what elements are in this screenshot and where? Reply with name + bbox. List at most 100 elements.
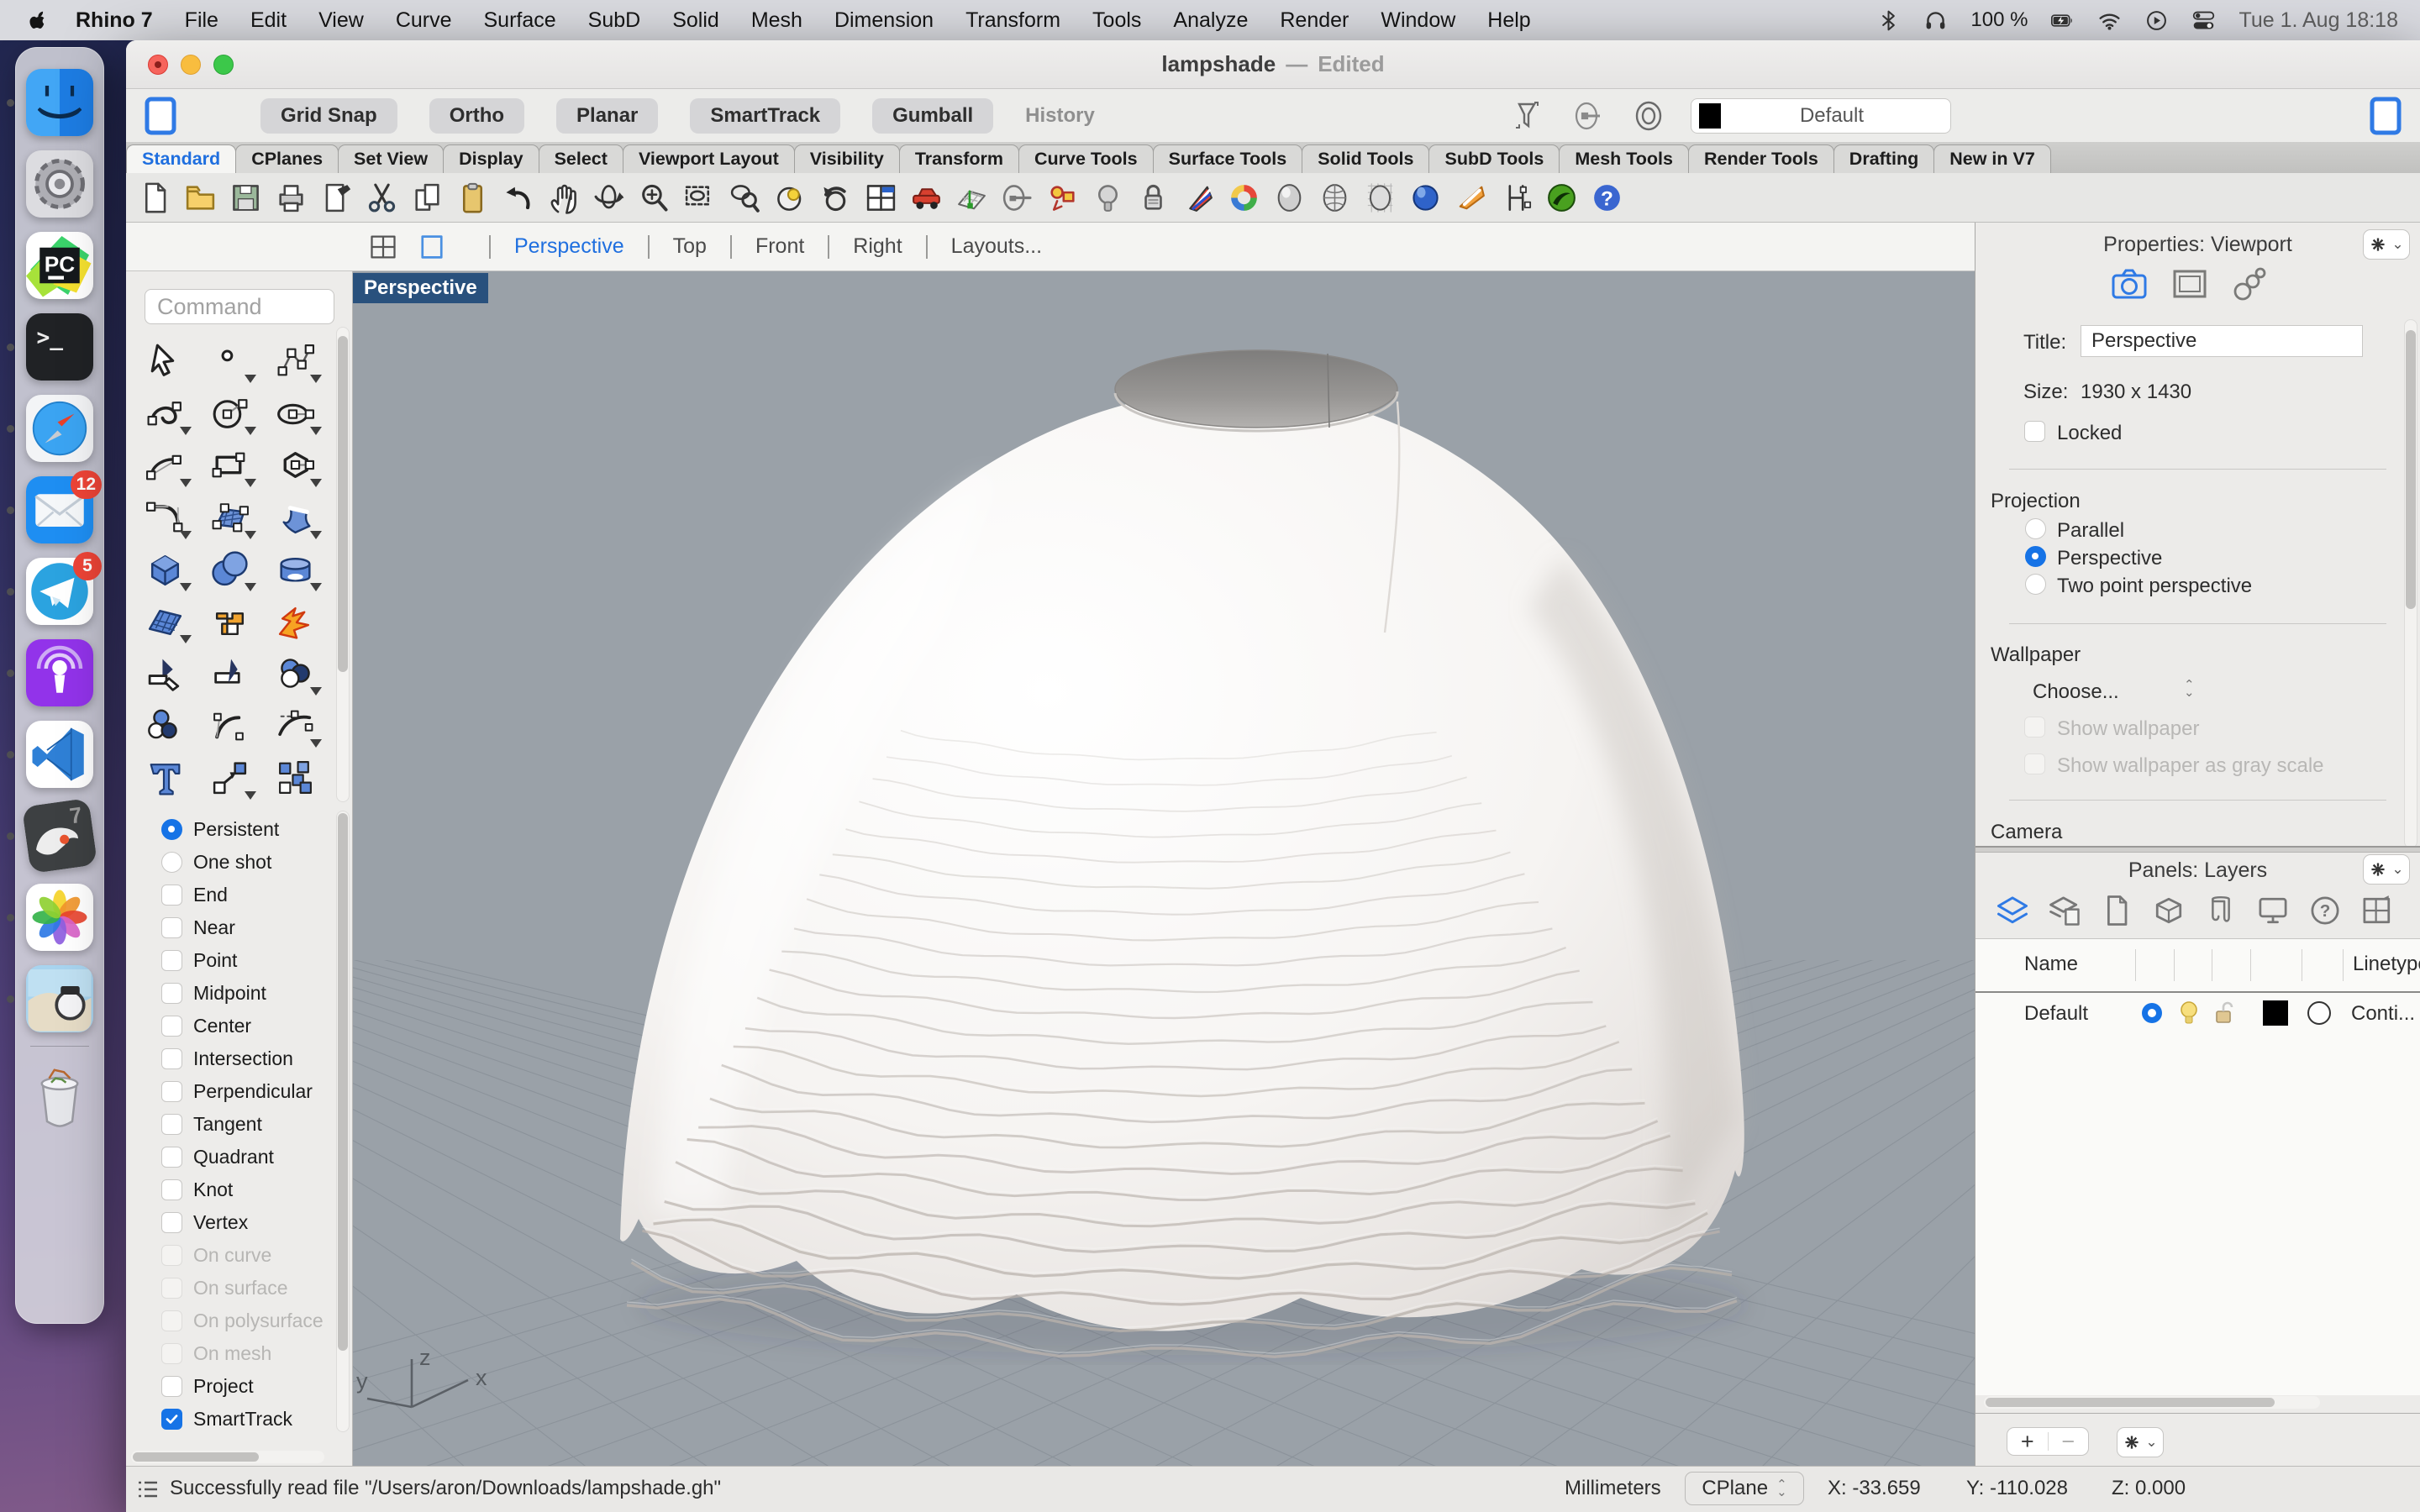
checkbox[interactable] bbox=[161, 1376, 182, 1397]
menu-item-edit[interactable]: Edit bbox=[250, 8, 287, 33]
pan-icon[interactable] bbox=[546, 181, 581, 215]
dock-item-safari[interactable] bbox=[16, 387, 103, 469]
radio-selected[interactable] bbox=[161, 819, 182, 840]
checkbox[interactable] bbox=[161, 1179, 182, 1200]
dock-item-photos[interactable] bbox=[16, 876, 103, 958]
dock-item-mail[interactable]: 12 bbox=[16, 469, 103, 550]
viewport-tab-top[interactable]: Top bbox=[673, 234, 707, 259]
column-name[interactable]: Name bbox=[2024, 953, 2078, 976]
zoom-selected-icon[interactable] bbox=[728, 181, 762, 215]
render-icon[interactable] bbox=[1408, 181, 1443, 215]
layers-options-gear-button[interactable]: ⌄ bbox=[2117, 1427, 2164, 1457]
direction-analysis-icon[interactable] bbox=[1181, 181, 1216, 215]
box-tool[interactable] bbox=[145, 549, 186, 590]
visibility-icon[interactable] bbox=[1091, 181, 1125, 215]
command-history-icon[interactable] bbox=[134, 1476, 161, 1503]
play-circle-icon[interactable] bbox=[2144, 8, 2169, 33]
page-tab-icon[interactable] bbox=[2098, 892, 2135, 929]
dimension-icon[interactable] bbox=[1499, 181, 1534, 215]
tab-transform[interactable]: Transform bbox=[899, 144, 1019, 173]
dock-item-telegram[interactable]: 5 bbox=[16, 550, 103, 632]
osnap-on-mesh[interactable]: On mesh bbox=[126, 1337, 336, 1370]
checkbox[interactable] bbox=[161, 917, 182, 938]
wifi-icon[interactable] bbox=[2097, 8, 2122, 33]
layer-visible-bulb-icon[interactable] bbox=[2177, 1000, 2201, 1025]
left-sidebar-toggle-icon[interactable] bbox=[145, 97, 176, 135]
control-center-icon[interactable] bbox=[2191, 8, 2216, 33]
checkbox[interactable] bbox=[161, 1147, 182, 1168]
osnap-center[interactable]: Center bbox=[126, 1010, 336, 1042]
osnap-perpendicular[interactable]: Perpendicular bbox=[126, 1075, 336, 1108]
control-point-curve-tool[interactable] bbox=[275, 340, 316, 381]
smarttrack-toggle[interactable]: SmartTrack bbox=[690, 98, 840, 134]
point-tool[interactable] bbox=[209, 340, 250, 381]
tab-drafting[interactable]: Drafting bbox=[1833, 144, 1934, 173]
history-button[interactable]: History bbox=[1025, 104, 1095, 128]
osnap-quadrant[interactable]: Quadrant bbox=[126, 1141, 336, 1173]
column-linetype[interactable]: Linetype bbox=[2353, 953, 2420, 976]
blend-curves-tool[interactable] bbox=[275, 705, 316, 746]
layers-tab-icon[interactable] bbox=[1994, 892, 2031, 929]
menu-item-tools[interactable]: Tools bbox=[1092, 8, 1141, 33]
osnap-on-surface[interactable]: On surface bbox=[126, 1272, 336, 1305]
layers-gear-button[interactable]: ⌄ bbox=[2363, 854, 2410, 885]
menu-item-file[interactable]: File bbox=[185, 8, 218, 33]
viewport-tab-right[interactable]: Right bbox=[853, 234, 902, 259]
gumball-toggle[interactable]: Gumball bbox=[872, 98, 993, 134]
viewport-name-overlay[interactable]: Perspective bbox=[353, 273, 488, 303]
arc-tool[interactable] bbox=[145, 444, 186, 486]
notes-tab-icon[interactable] bbox=[2202, 892, 2239, 929]
sublayers-tab-icon[interactable] bbox=[2046, 892, 2083, 929]
wallpaper-choose-select[interactable]: Choose... bbox=[2033, 680, 2119, 704]
checkbox[interactable] bbox=[161, 1016, 182, 1037]
trim-tool[interactable] bbox=[145, 653, 186, 694]
left-panel-hscrollbar[interactable] bbox=[131, 1451, 324, 1463]
projection-radio-two-point-perspective[interactable] bbox=[2025, 574, 2046, 595]
viewport-title-field[interactable]: Perspective bbox=[2081, 325, 2363, 357]
layer-material-icon[interactable] bbox=[2307, 1001, 2331, 1025]
zoom-icon[interactable] bbox=[637, 181, 671, 215]
osnap-smarttrack[interactable]: SmartTrack bbox=[126, 1403, 336, 1436]
viewport-tab-perspective[interactable]: Perspective bbox=[514, 234, 624, 259]
osnap-near[interactable]: Near bbox=[126, 911, 336, 944]
surface-patch-tool[interactable] bbox=[209, 496, 250, 538]
perspective-viewport[interactable]: zxy Perspective bbox=[353, 271, 1975, 1468]
osnap-on-polysurface[interactable]: On polysurface bbox=[126, 1305, 336, 1337]
single-pane-layout-icon[interactable] bbox=[417, 232, 447, 262]
checkbox[interactable] bbox=[161, 1310, 182, 1331]
fillet-curves-tool[interactable] bbox=[209, 705, 250, 746]
new-file-icon[interactable] bbox=[138, 181, 172, 215]
boolean-tool[interactable] bbox=[275, 653, 316, 694]
dock-item-trash[interactable] bbox=[16, 1055, 103, 1137]
undo-icon[interactable] bbox=[501, 181, 535, 215]
osnap-vertex[interactable]: Vertex bbox=[126, 1206, 336, 1239]
dock-item-preview[interactable] bbox=[16, 958, 103, 1039]
osnap-knot[interactable]: Knot bbox=[126, 1173, 336, 1206]
wallpaper-grayscale-checkbox[interactable] bbox=[2024, 753, 2045, 774]
explode-tool[interactable] bbox=[275, 601, 316, 642]
menu-app-name[interactable]: Rhino 7 bbox=[76, 8, 153, 33]
battery-icon[interactable] bbox=[2050, 8, 2075, 33]
checkbox[interactable] bbox=[161, 1081, 182, 1102]
dock-item-podcasts[interactable] bbox=[16, 632, 103, 713]
tab-mesh-tools[interactable]: Mesh Tools bbox=[1559, 144, 1689, 173]
units-label[interactable]: Millimeters bbox=[1565, 1477, 1661, 1500]
dock-item-terminal[interactable]: >_ bbox=[16, 306, 103, 387]
display-mode-select[interactable]: Default bbox=[1691, 98, 1951, 134]
paste-icon[interactable] bbox=[455, 181, 490, 215]
blocks-tool[interactable] bbox=[275, 757, 316, 798]
rendered-view-icon[interactable] bbox=[1363, 181, 1397, 215]
layer-color-swatch[interactable] bbox=[2263, 1000, 2288, 1026]
checkbox-checked[interactable] bbox=[161, 1409, 182, 1430]
tab-solid-tools[interactable]: Solid Tools bbox=[1302, 144, 1429, 173]
dock-item-rhino-7[interactable]: 7 bbox=[16, 795, 103, 876]
zoom-extents-icon[interactable] bbox=[773, 181, 808, 215]
cylinder-tool[interactable] bbox=[275, 549, 316, 590]
objects-tab-icon[interactable] bbox=[2150, 892, 2187, 929]
mesh-tool[interactable] bbox=[145, 601, 186, 642]
menu-item-render[interactable]: Render bbox=[1280, 8, 1349, 33]
checkbox[interactable] bbox=[161, 1245, 182, 1266]
select-tool[interactable] bbox=[145, 340, 186, 381]
menu-item-curve[interactable]: Curve bbox=[396, 8, 452, 33]
rotate-view-icon[interactable] bbox=[592, 181, 626, 215]
